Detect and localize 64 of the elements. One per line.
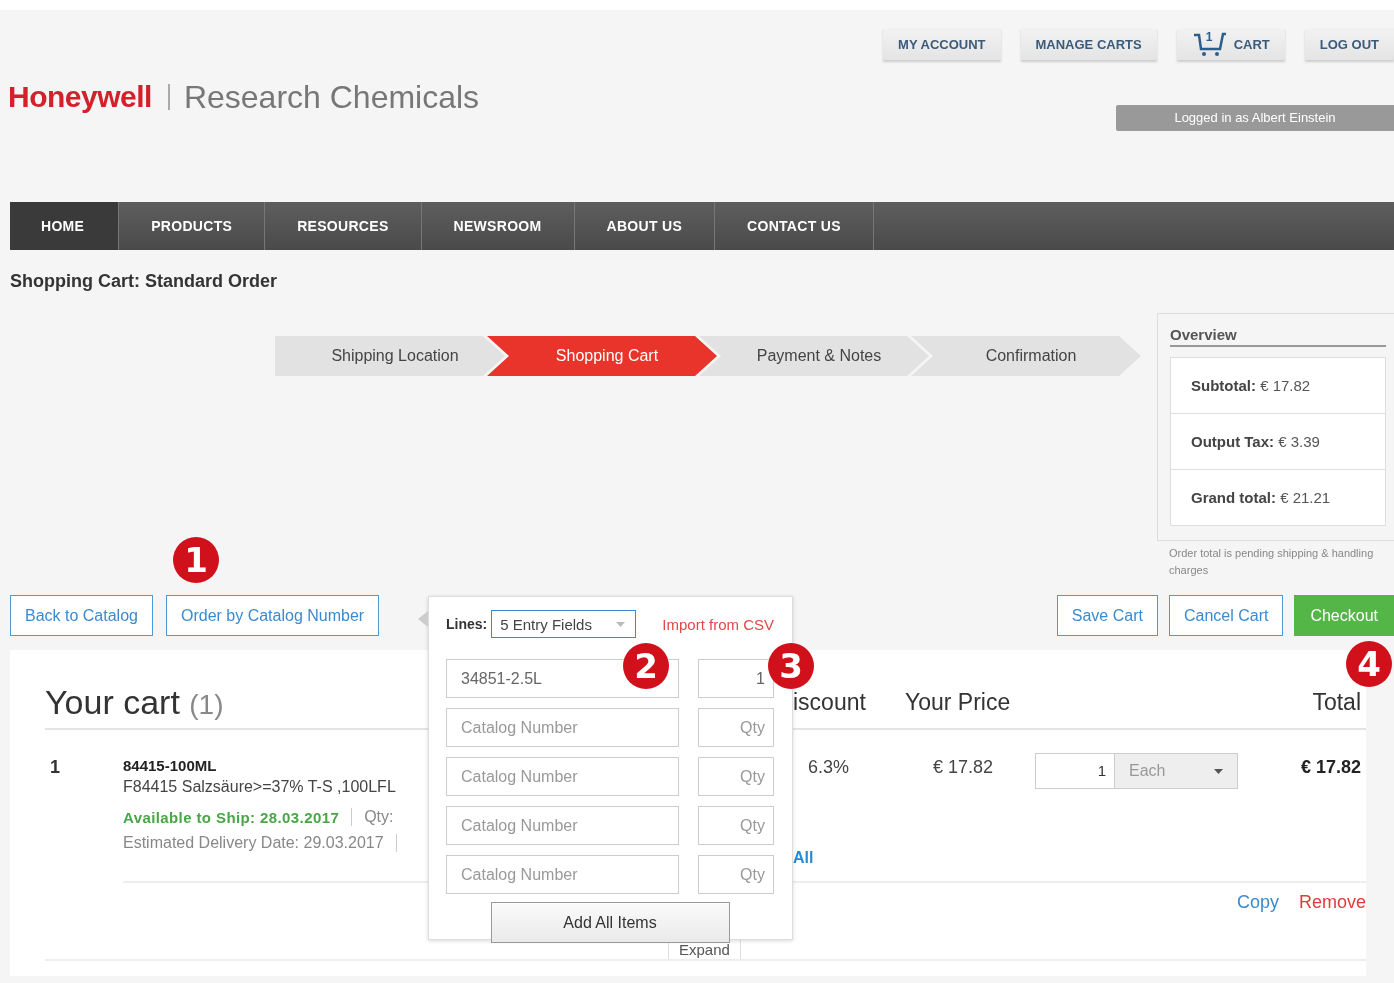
discount-value: 6.3% [808, 757, 851, 778]
total-line: Output Tax: € 3.39 [1191, 433, 1320, 450]
page-title: Shopping Cart: Standard Order [9, 270, 278, 293]
line-total: € 17.82 [1300, 757, 1361, 779]
unit-price: € 17.82 [932, 757, 995, 779]
action-button[interactable]: Back to Catalog [10, 595, 153, 636]
quantity-field[interactable]: Qty [698, 855, 774, 894]
nav-item[interactable]: CONTACT US [715, 202, 874, 250]
import-csv-link[interactable]: Import from CSV [662, 615, 774, 633]
action-button[interactable]: Save Cart [1056, 595, 1158, 636]
availability-text: Available to Ship: 28.03.2017 [123, 808, 340, 826]
catalog-number-field[interactable]: Catalog Number [446, 757, 679, 796]
top-button[interactable]: MY ACCOUNT [883, 28, 1001, 60]
row-action-link[interactable]: Copy [1236, 892, 1279, 913]
cart-count: 1 [1205, 30, 1213, 44]
nav-item[interactable]: HOME [10, 202, 120, 250]
site-title: Research Chemicals [183, 78, 480, 116]
quantity-field[interactable]: 1 [1035, 753, 1115, 789]
top-button[interactable]: MANAGE CARTS [1020, 28, 1157, 60]
nav-item[interactable]: NEWSROOM [421, 202, 575, 250]
checkout-step: Payment & Notes [699, 336, 929, 376]
checkout-step: Shopping Cart [487, 336, 717, 376]
checkout-step: Shipping Location [275, 336, 505, 376]
quantity-field[interactable]: 1 [698, 659, 774, 698]
overview-title: Overview [1170, 326, 1386, 347]
caret-icon [1214, 768, 1223, 774]
delivery-date: Estimated Delivery Date: 29.03.2017 [123, 834, 384, 852]
catalog-number-field[interactable]: Catalog Number [446, 855, 679, 894]
total-line: Grand total: € 21.21 [1191, 489, 1331, 506]
total-line: Subtotal: € 17.82 [1191, 377, 1311, 394]
quantity-field[interactable]: Qty [698, 757, 774, 796]
quantity-field[interactable]: Qty [698, 806, 774, 845]
nav-item[interactable]: PRODUCTS [119, 202, 266, 250]
lines-label: Lines: [446, 616, 488, 632]
column-header: Total [1312, 688, 1361, 716]
order-total-note: Order total is pending shipping & handling charges [1168, 546, 1375, 578]
nav-item[interactable]: RESOURCES [265, 202, 422, 250]
product-code: 84415-100ML [123, 757, 218, 774]
column-header: iscount [793, 688, 867, 716]
action-button[interactable]: Order by Catalog Number [165, 595, 380, 636]
top-button[interactable]: LOG OUT [1304, 28, 1394, 60]
step-number-badge: 4 [1346, 641, 1392, 687]
qty-label: Qty: [364, 808, 394, 826]
checkout-step: Confirmation [911, 336, 1141, 376]
action-button[interactable]: Cancel Cart [1168, 595, 1284, 636]
caret-icon [616, 621, 626, 627]
line-number: 1 [50, 757, 61, 779]
brand-logo[interactable]: Honeywell [8, 80, 152, 114]
product-description: F84415 Salzsäure>=37% T-S ,100LFL [123, 778, 397, 796]
pointer-icon [418, 611, 428, 627]
lines-dropdown[interactable]: 5 Entry Fields [491, 610, 637, 638]
row-action-link[interactable]: Remove [1298, 892, 1366, 913]
add-all-button[interactable]: Add All Items [490, 902, 730, 943]
login-status: Logged in as Albert Einstein [1116, 105, 1394, 131]
catalog-number-field[interactable]: Catalog Number [446, 806, 679, 845]
cart-button[interactable]: 1 CART [1176, 28, 1285, 60]
apply-all-link[interactable]: All [793, 849, 905, 867]
step-number-badge: 1 [173, 537, 219, 583]
column-header: Your Price [905, 688, 1012, 716]
quantity-field[interactable]: Qty [698, 708, 774, 747]
cart-icon [1191, 31, 1228, 57]
cart-title: Your cart (1) [45, 682, 225, 722]
nav-item[interactable]: ABOUT US [574, 202, 716, 250]
catalog-number-field[interactable]: Catalog Number [446, 708, 679, 747]
